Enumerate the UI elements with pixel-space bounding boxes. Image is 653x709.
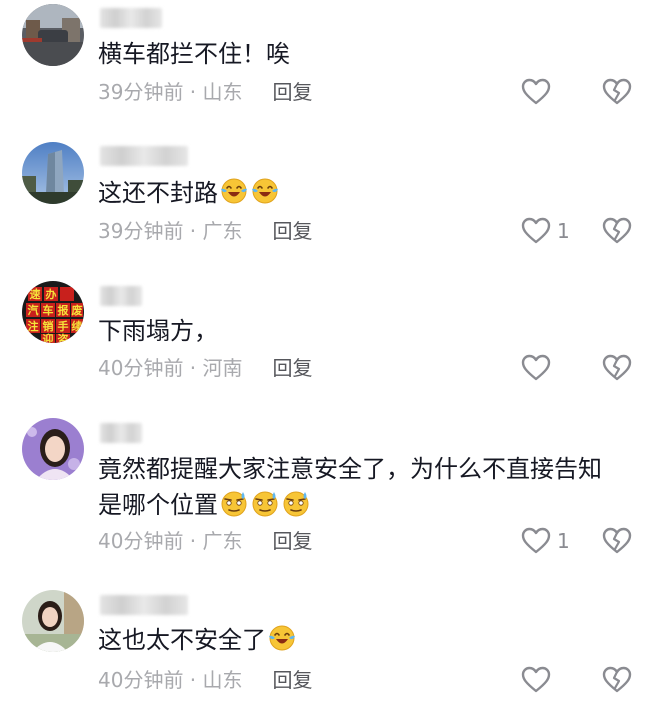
broken-heart-icon xyxy=(602,354,632,381)
heart-outline-icon xyxy=(521,527,551,554)
heart-outline-icon xyxy=(521,217,551,244)
meta-separator: · xyxy=(183,668,203,692)
avatar-char: 咨 xyxy=(58,332,69,343)
comment-meta: 39分钟前 · 山东 回复 xyxy=(98,78,313,106)
comment-location: 山东 xyxy=(202,668,243,692)
meta-separator: · xyxy=(183,356,203,380)
username[interactable] xyxy=(100,286,142,306)
comment-text: 这也太不安全了 xyxy=(98,622,623,658)
street-photo-avatar xyxy=(22,4,84,66)
comment-location: 河南 xyxy=(202,356,243,380)
like-button[interactable]: 1 xyxy=(520,215,570,247)
comment-location: 山东 xyxy=(202,80,243,104)
avatar-char: 废 xyxy=(72,303,83,317)
comment-time: 39分钟前 xyxy=(98,219,184,243)
username[interactable] xyxy=(100,423,142,443)
dislike-button[interactable] xyxy=(601,525,633,557)
username[interactable] xyxy=(100,146,188,166)
avatar[interactable] xyxy=(22,142,84,204)
avatar[interactable]: 速 办 汽 车 报 废 注 销 手 续 迎 咨 xyxy=(22,281,84,343)
like-count: 1 xyxy=(557,219,570,243)
woman-purple-avatar xyxy=(22,418,84,480)
broken-heart-icon xyxy=(602,217,632,244)
avatar-char: 速 xyxy=(30,287,41,301)
like-count: 1 xyxy=(557,529,570,553)
comment-time: 40分钟前 xyxy=(98,668,184,692)
comment-meta: 40分钟前 · 广东 回复 xyxy=(98,527,313,555)
like-button[interactable] xyxy=(520,664,557,696)
username[interactable] xyxy=(100,8,162,28)
avatar-char: 销 xyxy=(43,319,54,333)
avatar-char: 手 xyxy=(58,319,69,333)
reply-button[interactable]: 回复 xyxy=(273,668,313,692)
comment-meta: 39分钟前 · 广东 回复 xyxy=(98,217,313,245)
comment-time: 40分钟前 xyxy=(98,356,184,380)
avatar-char: 汽 xyxy=(28,303,39,317)
avatar-char: 迎 xyxy=(43,332,54,343)
meta-separator: · xyxy=(183,80,203,104)
avatar-char: 注 xyxy=(28,319,39,333)
avatar-char: 办 xyxy=(46,287,57,301)
comment-time: 39分钟前 xyxy=(98,80,184,104)
laughing-crying-emoji xyxy=(221,178,247,204)
avatar[interactable] xyxy=(22,590,84,652)
comment-body: 下雨塌方， xyxy=(98,317,218,345)
comment-location: 广东 xyxy=(202,529,243,553)
reply-button[interactable]: 回复 xyxy=(273,356,313,380)
laughing-crying-emoji xyxy=(252,178,278,204)
avatar[interactable] xyxy=(22,4,84,66)
broken-heart-icon xyxy=(602,78,632,105)
comment-text: 下雨塌方， xyxy=(98,313,623,349)
comment-body: 这也太不安全了 xyxy=(98,626,266,654)
sign-grid-avatar: 速 办 汽 车 报 废 注 销 手 续 迎 咨 xyxy=(22,281,84,343)
reply-button[interactable]: 回复 xyxy=(273,529,313,553)
dislike-button[interactable] xyxy=(601,215,633,247)
comment-location: 广东 xyxy=(202,219,243,243)
reply-button[interactable]: 回复 xyxy=(273,219,313,243)
like-button[interactable]: 1 xyxy=(520,525,570,557)
comment-text: 这还不封路 xyxy=(98,175,623,211)
comment-meta: 40分钟前 · 山东 回复 xyxy=(98,666,313,694)
sweat-emoji xyxy=(221,491,247,517)
heart-outline-icon xyxy=(521,666,551,693)
comment-body: 竟然都提醒大家注意安全了，为什么不直接告知是哪个位置 xyxy=(98,455,602,519)
username[interactable] xyxy=(100,595,188,615)
meta-separator: · xyxy=(183,529,203,553)
laughing-crying-emoji xyxy=(269,625,295,651)
meta-separator: · xyxy=(183,219,203,243)
broken-heart-icon xyxy=(602,527,632,554)
comment-body: 横车都拦不住！唉 xyxy=(98,40,290,68)
sweat-emoji xyxy=(252,491,278,517)
avatar-char: 报 xyxy=(58,303,70,317)
avatar[interactable] xyxy=(22,418,84,480)
comment-text: 横车都拦不住！唉 xyxy=(98,36,623,72)
like-button[interactable] xyxy=(520,76,557,108)
avatar-char: 续 xyxy=(72,319,83,333)
dislike-button[interactable] xyxy=(601,664,633,696)
comment-time: 40分钟前 xyxy=(98,529,184,553)
heart-outline-icon xyxy=(521,78,551,105)
broken-heart-icon xyxy=(602,666,632,693)
reply-button[interactable]: 回复 xyxy=(273,80,313,104)
comment-meta: 40分钟前 · 河南 回复 xyxy=(98,354,313,382)
building-photo-avatar xyxy=(22,142,84,204)
dislike-button[interactable] xyxy=(601,76,633,108)
comment-body: 这还不封路 xyxy=(98,179,218,207)
avatar-char: 车 xyxy=(43,303,54,317)
sweat-emoji xyxy=(283,491,309,517)
dislike-button[interactable] xyxy=(601,352,633,384)
like-button[interactable] xyxy=(520,352,557,384)
heart-outline-icon xyxy=(521,354,551,381)
woman-outdoor-avatar xyxy=(22,590,84,652)
comment-text: 竟然都提醒大家注意安全了，为什么不直接告知是哪个位置 xyxy=(98,451,623,523)
